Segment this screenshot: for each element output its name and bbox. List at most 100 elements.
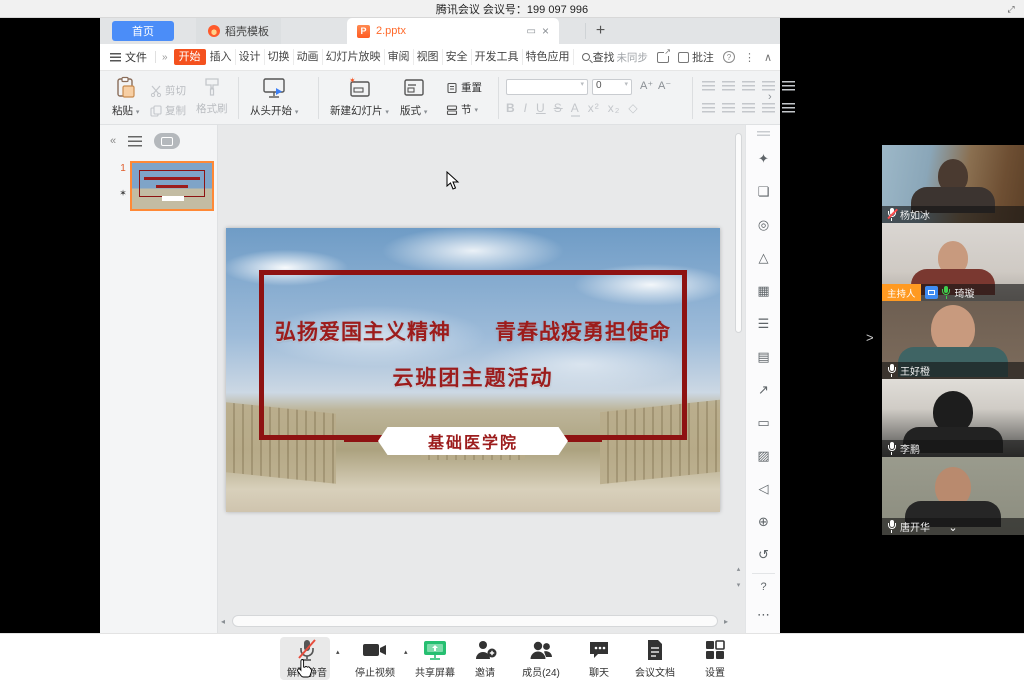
- justify-icon[interactable]: [762, 103, 775, 113]
- outline-view-icon[interactable]: [128, 136, 142, 147]
- video-tile-1[interactable]: 杨如冰: [882, 145, 1024, 223]
- decrease-font-icon[interactable]: A⁻: [658, 79, 671, 92]
- menu-item-view[interactable]: 视图: [414, 49, 443, 65]
- menu-item-slideshow[interactable]: 幻灯片放映: [323, 49, 385, 65]
- safety-tools-icon[interactable]: △: [746, 250, 781, 266]
- share-screen-button[interactable]: 共享屏幕: [408, 638, 462, 679]
- font-size-select[interactable]: 0▾: [592, 79, 632, 95]
- present-tab-icon[interactable]: ▭: [527, 26, 536, 37]
- insert-picture-icon[interactable]: ▨: [746, 448, 781, 464]
- new-slide-button[interactable]: ✶ 新建幻灯片 ▾: [330, 76, 389, 118]
- adjust-tools-icon[interactable]: ☰: [746, 316, 781, 332]
- comment-button[interactable]: 批注: [678, 49, 714, 65]
- decrease-indent-icon[interactable]: [742, 81, 755, 91]
- tab-docer[interactable]: 稻壳模板: [196, 18, 281, 44]
- paste-button[interactable]: 粘贴 ▾: [112, 76, 139, 118]
- menu-item-review[interactable]: 审阅: [385, 49, 414, 65]
- scroll-down-icon[interactable]: ▾: [734, 581, 743, 589]
- sidebar-help-icon[interactable]: ?: [746, 581, 781, 593]
- video-tile-3[interactable]: 王好橙: [882, 301, 1024, 379]
- align-right-icon[interactable]: [742, 103, 755, 113]
- more-menu-icon[interactable]: ⋮: [744, 51, 755, 64]
- mic-options-icon[interactable]: ▴: [336, 648, 340, 656]
- close-tab-icon[interactable]: ×: [542, 24, 549, 38]
- align-center-icon[interactable]: [722, 103, 735, 113]
- help-icon[interactable]: ?: [723, 51, 735, 63]
- fullscreen-icon[interactable]: ⤢: [1004, 3, 1018, 15]
- text-direction-icon[interactable]: [782, 81, 795, 91]
- meeting-docs-button[interactable]: 会议文档: [628, 638, 682, 679]
- sidebar-more-icon[interactable]: ⋯: [746, 607, 781, 623]
- vertical-scrollbar[interactable]: ▴ ▾: [734, 129, 743, 607]
- video-options-icon[interactable]: ▴: [404, 648, 408, 656]
- bullet-list-icon[interactable]: [702, 81, 715, 91]
- horizontal-scrollbar[interactable]: [232, 615, 718, 627]
- superscript-icon[interactable]: x²: [588, 101, 600, 117]
- menu-item-insert[interactable]: 插入: [207, 49, 236, 65]
- sidebar-handle-icon[interactable]: [757, 131, 770, 136]
- font-name-select[interactable]: ▾: [506, 79, 588, 95]
- play-from-start-button[interactable]: 从头开始 ▾: [250, 76, 298, 118]
- cut-button[interactable]: 剪切: [150, 83, 186, 98]
- menu-item-animation[interactable]: 动画: [294, 49, 323, 65]
- scroll-right-icon[interactable]: ▸: [724, 617, 728, 626]
- increase-font-icon[interactable]: A⁺: [640, 79, 653, 92]
- stop-video-button[interactable]: 停止视频: [348, 638, 402, 679]
- bold-icon[interactable]: B: [506, 101, 516, 117]
- copy-button[interactable]: 复制: [150, 103, 186, 118]
- slide-editor[interactable]: 弘扬爱国主义精神 青春战疫勇担使命 云班团主题活动 基础医学院: [226, 228, 720, 512]
- members-button[interactable]: 成员(24): [514, 638, 568, 679]
- settings-button[interactable]: 设置: [688, 638, 742, 679]
- tab-home[interactable]: 首页: [112, 21, 174, 41]
- video-tile-5[interactable]: 唐开华 ⌄: [882, 457, 1024, 535]
- menu-item-devtools[interactable]: 开发工具: [472, 49, 523, 65]
- slide-view-icon[interactable]: [154, 133, 180, 149]
- numbered-list-icon[interactable]: [722, 81, 735, 91]
- font-color-icon[interactable]: A: [571, 101, 580, 117]
- menu-item-home[interactable]: 开始: [174, 49, 206, 65]
- line-spacing-icon[interactable]: [782, 103, 795, 113]
- video-panel-expand-icon[interactable]: >: [866, 330, 874, 345]
- menu-item-transition[interactable]: 切换: [265, 49, 294, 65]
- history-icon[interactable]: ↺: [746, 547, 781, 563]
- scroll-left-icon[interactable]: ◂: [221, 617, 225, 626]
- subscript-icon[interactable]: x₂: [608, 101, 621, 117]
- video-tile-4[interactable]: 李鹏: [882, 379, 1024, 457]
- menu-item-design[interactable]: 设计: [236, 49, 265, 65]
- reset-button[interactable]: 重置: [446, 80, 482, 95]
- strikethrough-icon[interactable]: S: [554, 101, 563, 117]
- underline-icon[interactable]: U: [536, 101, 546, 117]
- menu-overflow-icon[interactable]: »: [156, 52, 174, 63]
- image-library-icon[interactable]: ▤: [746, 349, 781, 365]
- text-box-icon[interactable]: ▭: [746, 415, 781, 431]
- shape-tools-icon[interactable]: ❏: [746, 184, 781, 200]
- slide-thumbnail[interactable]: [130, 161, 214, 211]
- menu-item-special[interactable]: 特色应用: [523, 49, 574, 65]
- plugin-icon[interactable]: ⊕: [746, 514, 781, 530]
- vertical-scroll-thumb[interactable]: [735, 133, 742, 333]
- find-button[interactable]: 查找: [582, 49, 615, 65]
- collapse-ribbon-icon[interactable]: ∧: [764, 51, 772, 64]
- section-button[interactable]: 节 ▾: [446, 102, 478, 117]
- collapse-panel-icon[interactable]: «: [110, 135, 116, 147]
- object-tools-icon[interactable]: ◎: [746, 217, 781, 233]
- clear-format-icon[interactable]: ◇: [628, 101, 638, 117]
- share-icon[interactable]: [657, 52, 669, 63]
- slide-canvas[interactable]: 弘扬爱国主义精神 青春战疫勇担使命 云班团主题活动 基础医学院 ▴ ▾ ◂: [218, 125, 745, 633]
- increase-indent-icon[interactable]: [762, 81, 775, 91]
- video-tile-2[interactable]: 主持人 琦璇: [882, 223, 1024, 301]
- chat-button[interactable]: 聊天: [572, 638, 626, 679]
- italic-icon[interactable]: I: [524, 101, 528, 117]
- scroll-up-icon[interactable]: ▴: [734, 565, 743, 573]
- share-export-icon[interactable]: ↗: [746, 382, 781, 398]
- layout-button[interactable]: 版式 ▾: [400, 76, 427, 118]
- invite-button[interactable]: 邀请: [458, 638, 512, 679]
- new-tab-button[interactable]: +: [585, 23, 615, 39]
- menu-item-security[interactable]: 安全: [443, 49, 472, 65]
- align-left-icon[interactable]: [702, 103, 715, 113]
- format-painter-button[interactable]: 格式刷: [196, 76, 228, 116]
- file-menu[interactable]: 文件: [100, 49, 155, 65]
- collapse-videos-icon[interactable]: ⌄: [882, 521, 1024, 534]
- app-grid-icon[interactable]: ▦: [746, 283, 781, 299]
- audio-icon[interactable]: ◁: [746, 481, 781, 497]
